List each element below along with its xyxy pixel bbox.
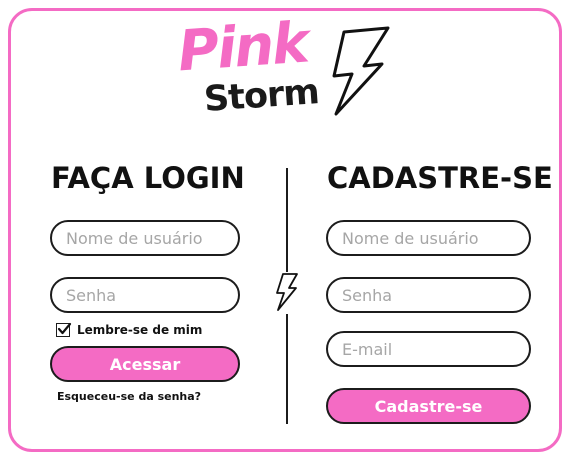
signup-password-input[interactable] [326,277,531,313]
login-password-input[interactable] [50,277,240,313]
lightning-bolt-icon [276,273,298,311]
signup-username-input[interactable] [326,220,531,256]
forgot-password-link[interactable]: Esqueceu-se da senha? [57,390,201,403]
lightning-bolt-icon [332,26,390,116]
logo-text-pink: Pink [175,10,310,85]
logo-text-storm: Storm [202,72,320,120]
remember-me[interactable]: Lembre-se de mim [56,321,202,339]
check-icon [57,322,72,335]
divider-line-bottom [286,314,288,424]
divider-line-top [286,168,288,272]
remember-label: Lembre-se de mim [77,323,203,337]
login-username-input[interactable] [50,220,240,256]
login-submit-button[interactable]: Acessar [50,346,240,382]
signup-submit-button[interactable]: Cadastre-se [326,388,531,424]
login-title: FAÇA LOGIN [51,161,245,195]
brand-logo: Pink Storm [0,0,578,130]
signup-email-input[interactable] [326,331,531,367]
remember-checkbox[interactable] [56,322,72,337]
signup-title: CADASTRE-SE [327,161,553,195]
